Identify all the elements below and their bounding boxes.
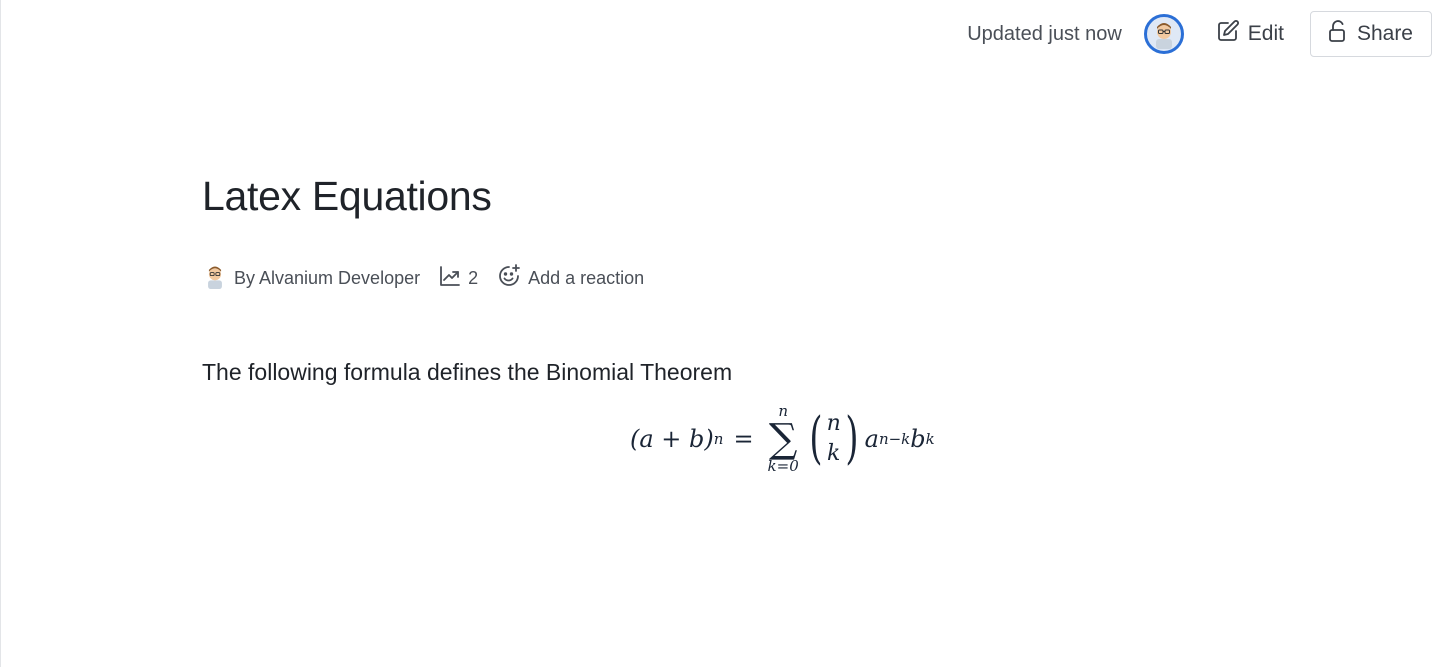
pencil-edit-icon [1216,19,1240,49]
developer-avatar-icon[interactable] [1143,14,1184,54]
author-byline[interactable]: By Alvanium Developer [202,263,420,294]
page-content: Latex Equations By Alvanium Developer 2 … [202,168,1202,474]
smiley-add-icon [496,263,522,294]
eq-binom-top: n [826,411,841,436]
page-container: Updated just now Edit Share Latex Equati… [0,0,1434,667]
eq-binomial: ( n k ) [805,409,863,469]
eq-term-a-exp: n−k [878,430,911,448]
add-reaction-button[interactable]: Add a reaction [496,263,644,294]
share-label: Share [1356,22,1413,45]
unlock-icon [1327,19,1349,49]
eq-lhs: (a + b) [630,425,714,453]
trending-up-icon [438,264,462,293]
top-bar: Updated just now Edit Share [967,10,1432,58]
page-meta: By Alvanium Developer 2 Add a reaction [202,263,1202,294]
eq-term-a: a [864,425,879,453]
binomial-equation: (a + b) n = n ∑ k=0 ( n k ) a n−k bk [630,404,935,474]
edit-label: Edit [1247,22,1284,45]
eq-summation: n ∑ k=0 [768,404,799,474]
author-avatar-icon [202,263,228,294]
author-name: By Alvanium Developer [234,268,421,288]
eq-lhs-exp: n [713,430,724,448]
eq-sum-lower: k=0 [767,457,799,475]
edit-button[interactable]: Edit [1216,19,1284,49]
views-count: 2 [468,268,479,288]
reaction-label: Add a reaction [528,268,645,288]
page-title: Latex Equations [202,173,492,219]
eq-equals: = [733,425,754,453]
share-button[interactable]: Share [1309,11,1432,57]
eq-paren-open: ( [809,406,823,471]
eq-binom-bottom: k [827,441,841,466]
eq-term-b-exp: k [925,430,935,448]
body-paragraph: The following formula defines the Binomi… [202,359,733,385]
eq-term-b: b [910,425,926,453]
views-analytics[interactable]: 2 [438,264,478,293]
updated-status: Updated just now [967,22,1122,45]
eq-sum-symbol: ∑ [768,416,798,462]
eq-paren-close: ) [845,406,859,471]
